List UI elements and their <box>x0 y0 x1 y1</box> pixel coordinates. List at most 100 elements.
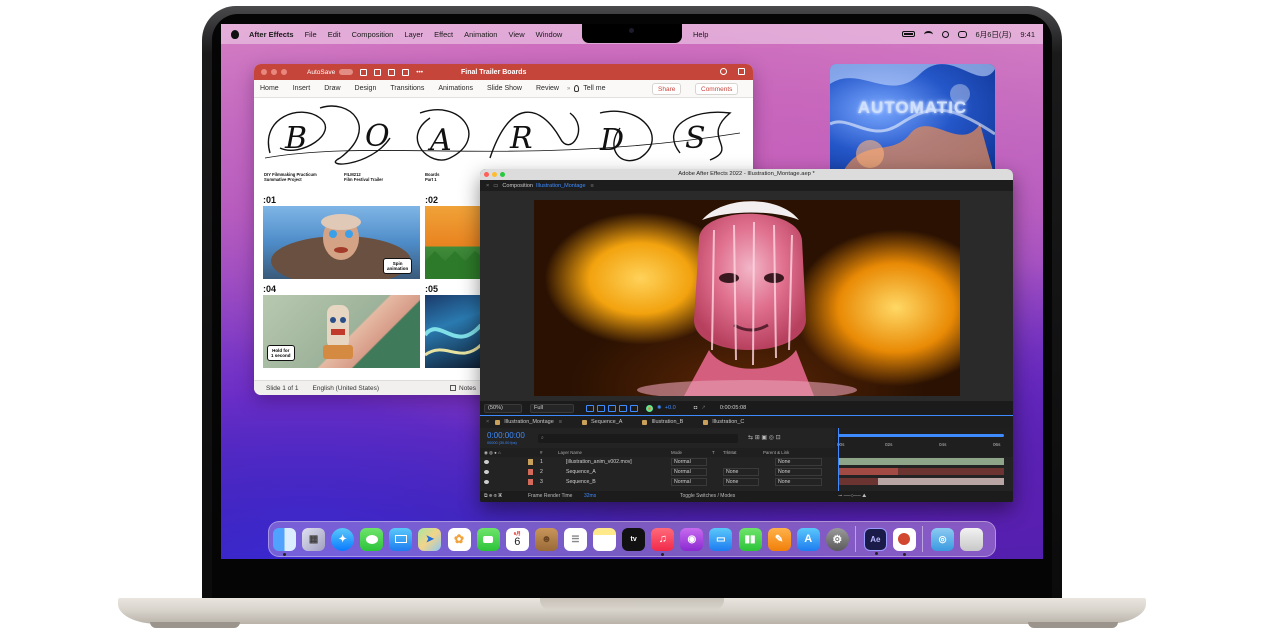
home-icon[interactable] <box>360 68 368 76</box>
tab-slide-show[interactable]: Slide Show <box>487 85 522 92</box>
ribbon-overflow-icon[interactable]: » <box>567 86 570 92</box>
current-time-display[interactable]: 0:00:00:00 <box>487 431 525 440</box>
layer-mode-dropdown[interactable]: Normal <box>671 458 707 466</box>
search-icon[interactable] <box>720 68 727 75</box>
contacts-icon[interactable]: ☻ <box>534 527 558 551</box>
layer-parent-dropdown[interactable]: None <box>775 468 822 476</box>
timeline-tab-sequence-a[interactable]: Sequence_A <box>581 419 622 425</box>
close-panel-icon[interactable]: × <box>486 183 489 189</box>
visibility-eye-icon[interactable] <box>484 460 489 464</box>
menu-effect[interactable]: Effect <box>434 30 453 39</box>
zoom-window-button[interactable] <box>281 69 287 75</box>
tab-animations[interactable]: Animations <box>438 85 473 92</box>
guides-icon[interactable] <box>619 404 627 412</box>
layer-duration-bar[interactable] <box>898 468 1004 475</box>
composition-name[interactable]: Illustration_Montage <box>536 183 586 189</box>
language-indicator[interactable]: English (United States) <box>313 385 379 392</box>
channel-icon[interactable] <box>646 404 653 412</box>
redo-icon[interactable] <box>402 68 410 76</box>
timeline-footer-icons[interactable]: ⧉ ⊕ ⊛ ▣ <box>484 493 502 499</box>
autosave-toggle[interactable] <box>339 69 354 75</box>
toggle-switches-modes-button[interactable]: Toggle Switches / Modes <box>680 493 735 499</box>
layer-search-input[interactable]: ⌕ <box>538 434 738 443</box>
tab-home[interactable]: Home <box>260 85 279 92</box>
layer-label-color[interactable] <box>528 469 533 475</box>
layer-duration-bar[interactable] <box>878 478 1004 485</box>
menu-time[interactable]: 9:41 <box>1020 30 1035 39</box>
powerpoint-icon[interactable] <box>892 527 916 556</box>
timeline-tab-illustration-c[interactable]: Illustration_C <box>703 419 744 425</box>
share-button[interactable]: Share <box>652 83 682 95</box>
system-preferences-icon[interactable]: ⚙ <box>825 527 849 551</box>
apple-tv-icon[interactable]: tv <box>622 527 646 551</box>
layer-duration-bar[interactable] <box>838 458 1004 465</box>
timeline-tool-icons[interactable]: ⇆ ⊞ ▣ ◎ ⊡ <box>748 434 781 441</box>
zoom-slider[interactable]: ⊸ ──○── ⛰ <box>838 493 866 499</box>
music-icon[interactable]: ♫ <box>651 527 675 556</box>
photos-icon[interactable]: ✿ <box>447 527 471 551</box>
panel-image-landscape[interactable] <box>425 206 481 279</box>
comments-button[interactable]: Comments <box>695 83 739 95</box>
tab-insert[interactable]: Insert <box>293 85 311 92</box>
layer-row[interactable]: 2 Sequence_A Normal None None <box>480 468 835 477</box>
apple-menu-icon[interactable] <box>231 29 239 39</box>
timeline-tab-illustration-b[interactable]: Illustration_B <box>642 419 683 425</box>
panel-image-totem[interactable]: Hold for 1 second <box>263 295 420 368</box>
av-switches-icons[interactable]: ◉ ◍ ● ⌂ <box>484 450 501 456</box>
region-of-interest-icon[interactable] <box>586 404 594 412</box>
mail-icon[interactable] <box>389 527 413 551</box>
layer-mode-dropdown[interactable]: Normal <box>671 478 707 486</box>
layer-label-color[interactable] <box>528 459 533 465</box>
snapshot-icon[interactable]: ◘ <box>694 405 697 411</box>
layer-duration-bar[interactable] <box>838 468 898 475</box>
timeline-tab-illustration-montage[interactable]: Illustration_Montage ≡ <box>495 419 562 425</box>
minimize-window-button[interactable] <box>271 69 277 75</box>
grid-icon[interactable] <box>630 404 638 412</box>
menu-edit[interactable]: Edit <box>328 30 341 39</box>
exposure-icon[interactable]: ✺ <box>657 405 662 411</box>
layer-label-color[interactable] <box>528 479 533 485</box>
tab-design[interactable]: Design <box>355 85 377 92</box>
panel-menu-icon[interactable]: ≡ <box>591 183 594 189</box>
composition-viewer[interactable] <box>480 191 1013 401</box>
layer-parent-dropdown[interactable]: None <box>775 478 822 486</box>
battery-icon[interactable] <box>901 31 915 37</box>
visibility-eye-icon[interactable] <box>484 480 489 484</box>
layer-name[interactable]: [illustration_anim_v002.mov] <box>566 459 632 465</box>
work-area-bar[interactable] <box>838 434 1004 437</box>
maps-icon[interactable]: ➤ <box>418 527 442 551</box>
layer-duration-bar[interactable] <box>838 478 878 485</box>
menu-composition[interactable]: Composition <box>352 30 394 39</box>
menu-animation[interactable]: Animation <box>464 30 497 39</box>
share-person-icon[interactable] <box>738 68 745 75</box>
calendar-icon[interactable]: 6月 6 <box>505 527 529 551</box>
after-effects-icon[interactable]: Ae <box>863 527 887 555</box>
notes-icon[interactable] <box>450 385 456 391</box>
notes-button[interactable]: Notes <box>459 385 476 392</box>
menu-window[interactable]: Window <box>536 30 563 39</box>
menu-help[interactable]: Help <box>693 30 708 39</box>
viewer-timecode[interactable]: 0:00:05:08 <box>720 405 746 411</box>
spotlight-search-icon[interactable] <box>941 30 949 38</box>
exposure-value[interactable]: +0.0 <box>665 405 676 411</box>
tab-review[interactable]: Review <box>536 85 559 92</box>
lock-icon[interactable]: ▭ <box>493 183 498 189</box>
podcasts-icon[interactable]: ◉ <box>680 527 704 551</box>
wifi-icon[interactable] <box>923 30 933 38</box>
col-layer-name[interactable]: Layer Name <box>558 450 582 455</box>
more-icon[interactable]: ••• <box>416 69 423 76</box>
col-t[interactable]: T <box>712 450 715 455</box>
show-snapshot-icon[interactable]: ↗ <box>701 405 706 411</box>
control-center-icon[interactable] <box>957 30 967 38</box>
menu-app-name[interactable]: After Effects <box>249 30 294 39</box>
finder-icon[interactable] <box>273 527 296 556</box>
keynote-icon[interactable]: ▭ <box>709 527 733 551</box>
notes-icon[interactable] <box>593 527 617 551</box>
layer-mode-dropdown[interactable]: Normal <box>671 468 707 476</box>
layer-parent-dropdown[interactable]: None <box>775 458 822 466</box>
undo-icon[interactable] <box>388 68 396 76</box>
close-window-button[interactable] <box>484 172 489 177</box>
menu-file[interactable]: File <box>305 30 317 39</box>
menu-layer[interactable]: Layer <box>404 30 423 39</box>
launchpad-icon[interactable]: ▦ <box>302 527 326 551</box>
